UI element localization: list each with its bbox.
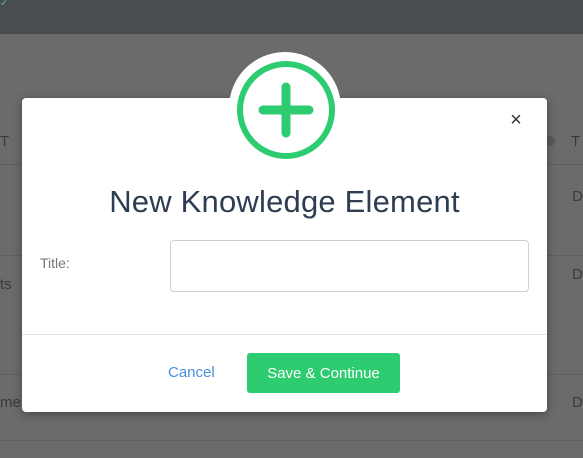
modal-title: New Knowledge Element	[109, 184, 460, 219]
title-field-label: Title:	[40, 255, 70, 271]
background-header-fragment: T	[0, 133, 10, 150]
save-continue-button[interactable]: Save & Continue	[247, 353, 400, 393]
background-cell-fragment: me	[0, 394, 21, 411]
plus-circle-icon	[237, 61, 335, 159]
close-icon[interactable]: ×	[508, 110, 524, 130]
background-cell-fragment: D	[572, 394, 583, 411]
title-input[interactable]	[170, 240, 529, 292]
background-header-fragment: T	[571, 133, 581, 150]
modal-footer-divider	[22, 334, 547, 335]
topbar-logo-fragment: ✓	[0, 0, 9, 9]
background-row-divider	[0, 440, 583, 441]
cancel-button[interactable]: Cancel	[168, 364, 215, 381]
app-topbar: ✓	[0, 0, 583, 34]
background-cell-fragment: ts	[0, 276, 12, 293]
background-cell-fragment: D	[572, 188, 583, 205]
background-cell-fragment: D	[572, 266, 583, 283]
